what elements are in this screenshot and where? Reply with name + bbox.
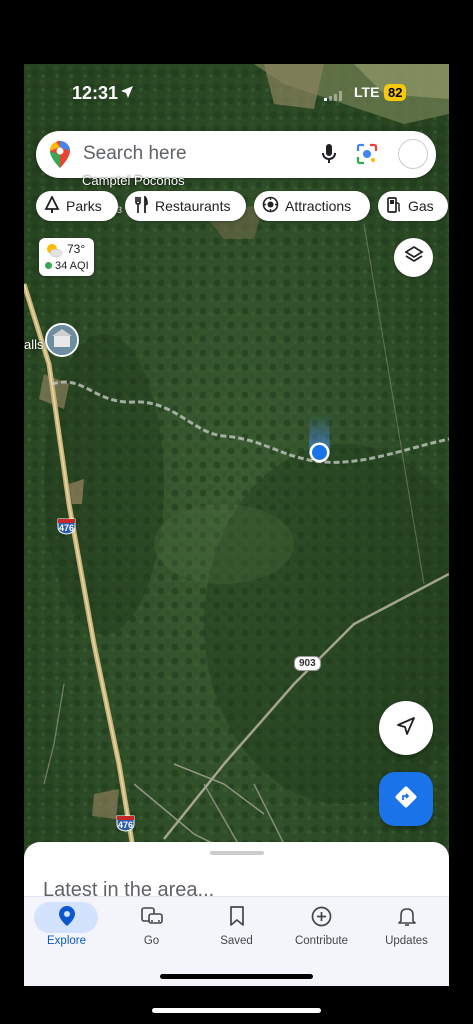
tree-icon bbox=[44, 194, 60, 217]
status-time: 12:31 bbox=[72, 83, 119, 103]
maps-pin-icon bbox=[50, 141, 70, 173]
fork-knife-icon bbox=[133, 194, 149, 217]
chip-attractions[interactable]: Attractions bbox=[254, 191, 370, 221]
interstate-shield: 476 bbox=[57, 518, 76, 535]
place-photo-marker[interactable] bbox=[45, 323, 79, 357]
route-shield-903: 903 bbox=[294, 656, 321, 671]
weather-card[interactable]: 73° 34 AQI bbox=[39, 238, 94, 276]
camera-icon bbox=[262, 196, 279, 216]
nav-explore[interactable]: Explore bbox=[24, 897, 109, 957]
search-bar[interactable]: Search here bbox=[36, 131, 436, 178]
chip-label: Restaurants bbox=[155, 198, 231, 214]
map-place-label-left[interactable]: alls bbox=[24, 337, 44, 352]
nav-label: Explore bbox=[47, 935, 86, 947]
chip-label: Parks bbox=[66, 198, 102, 214]
nav-label: Contribute bbox=[294, 935, 349, 947]
layers-icon bbox=[403, 245, 424, 270]
battery-indicator: 82 bbox=[384, 84, 407, 101]
partly-cloudy-icon bbox=[45, 242, 63, 261]
lens-icon[interactable] bbox=[356, 143, 378, 170]
bell-icon bbox=[364, 906, 449, 927]
nav-label: Saved bbox=[220, 935, 253, 947]
current-location-dot[interactable] bbox=[309, 442, 330, 463]
bookmark-icon bbox=[194, 906, 279, 926]
aqi-indicator bbox=[45, 262, 52, 269]
weather-temperature: 73° bbox=[67, 242, 86, 256]
phone-screen: 12:31 LTE 82 Search here Camptel Poconos… bbox=[24, 64, 449, 986]
directions-icon bbox=[394, 785, 418, 814]
sheet-drag-handle[interactable] bbox=[210, 851, 264, 855]
microphone-icon[interactable] bbox=[320, 143, 338, 170]
signal-icon bbox=[324, 88, 344, 106]
aqi-value: 34 AQI bbox=[55, 260, 89, 272]
home-indicator[interactable] bbox=[160, 974, 313, 979]
nav-saved[interactable]: Saved bbox=[194, 897, 279, 957]
interstate-shield: 476 bbox=[116, 815, 135, 832]
chip-parks[interactable]: Parks bbox=[36, 191, 118, 221]
bottom-navigation: Explore Go Saved Contribute Updates bbox=[24, 896, 449, 986]
nav-label: Updates bbox=[385, 935, 428, 947]
chip-restaurants[interactable]: Restaurants bbox=[125, 191, 246, 221]
nav-updates[interactable]: Updates bbox=[364, 897, 449, 957]
search-input[interactable]: Search here bbox=[83, 143, 187, 165]
avatar[interactable] bbox=[398, 139, 428, 169]
location-pin-icon bbox=[24, 906, 109, 926]
commute-icon bbox=[109, 906, 194, 926]
map-place-label[interactable]: Camptel Poconos bbox=[82, 173, 185, 188]
chip-label: Attractions bbox=[285, 198, 352, 214]
network-type: LTE bbox=[354, 84, 380, 100]
add-circle-icon bbox=[279, 906, 364, 927]
recenter-button[interactable] bbox=[379, 701, 433, 755]
home-indicator-outer bbox=[152, 1008, 321, 1013]
navigation-arrow-icon bbox=[396, 716, 416, 741]
gas-pump-icon bbox=[386, 196, 402, 217]
location-arrow-icon bbox=[120, 85, 134, 104]
chip-gas[interactable]: Gas bbox=[378, 191, 448, 221]
chip-label: Gas bbox=[408, 198, 434, 214]
status-bar: 12:31 LTE 82 bbox=[24, 82, 449, 104]
nav-go[interactable]: Go bbox=[109, 897, 194, 957]
nav-label: Go bbox=[143, 935, 160, 947]
nav-contribute[interactable]: Contribute bbox=[279, 897, 364, 957]
layers-button[interactable] bbox=[394, 238, 433, 277]
directions-button[interactable] bbox=[379, 772, 433, 826]
